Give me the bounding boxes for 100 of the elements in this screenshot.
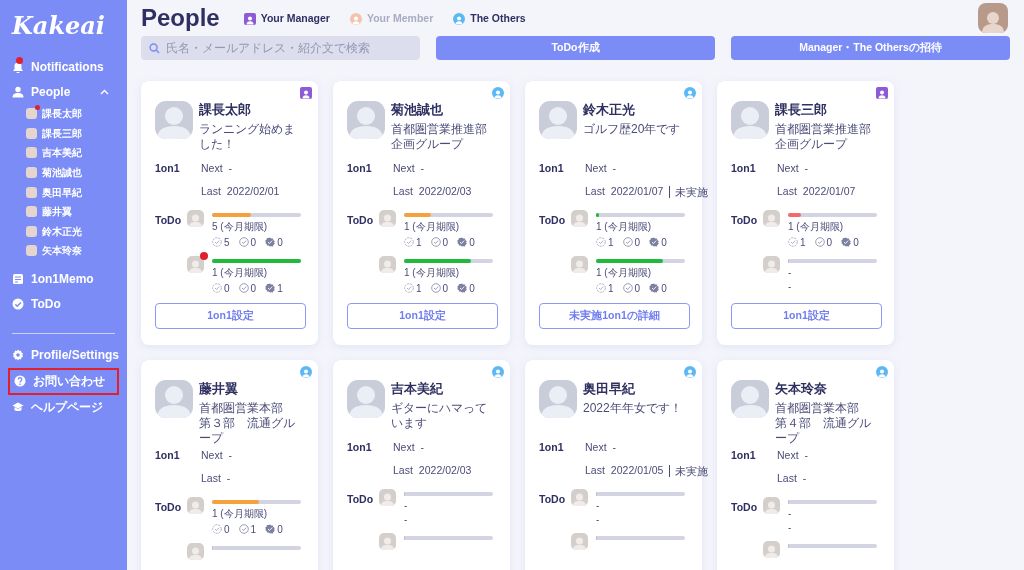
photo-placeholder	[347, 101, 385, 139]
person-name: 菊池誠也	[391, 101, 444, 119]
sidebar-item[interactable]: Notifications	[8, 54, 119, 79]
sidebar-person[interactable]: 奥田早紀	[26, 182, 119, 202]
sidebar-item[interactable]: Profile/Settings	[8, 342, 119, 368]
row-label: ToDo	[539, 212, 567, 228]
badge-check-icon	[457, 283, 468, 293]
sidebar-person[interactable]: 課長三郎	[26, 123, 119, 144]
count-text: 0	[250, 235, 257, 250]
field-value: -	[420, 440, 425, 455]
row-label: 1on1	[347, 161, 373, 176]
check-circle-icon	[430, 237, 441, 247]
field-value: -	[804, 448, 809, 463]
todo-text: -	[788, 279, 793, 294]
field-label: Last	[201, 470, 221, 486]
photo-placeholder	[731, 101, 769, 139]
sidebar-item[interactable]: お問い合わせ	[8, 367, 119, 395]
todo-text: 1 (今月期限)	[404, 219, 460, 234]
check-circle-icon	[12, 298, 24, 311]
field-label: Next	[585, 440, 607, 455]
row-label: ToDo	[347, 212, 375, 228]
dashed-check-icon	[596, 237, 606, 247]
sidebar-item[interactable]: ToDo	[8, 291, 119, 317]
legend-label[interactable]: The Others	[470, 11, 526, 27]
count-text: 0	[442, 281, 449, 296]
sidebar-item[interactable]: ヘルプページ	[8, 394, 119, 420]
sidebar-person[interactable]: 菊池誠也	[26, 162, 119, 183]
card-button[interactable]: 1on1設定	[731, 303, 882, 329]
photo-placeholder	[539, 380, 577, 418]
photo-placeholder	[155, 101, 193, 139]
todo-text: 1 (今月期限)	[212, 265, 268, 280]
field-label: Next	[201, 448, 223, 463]
sidebar-item[interactable]: People	[8, 79, 119, 104]
dashed-check-icon	[788, 237, 798, 247]
sidebar-item[interactable]: 1on1Memo	[8, 266, 119, 292]
todo-text: 1 (今月期限)	[596, 219, 652, 234]
legend-label[interactable]: Your Manager	[260, 11, 330, 27]
sidebar-person[interactable]: 吉本美紀	[26, 143, 119, 163]
count-text: 1	[277, 281, 283, 296]
sidebar-person[interactable]: 課長太郎	[26, 104, 119, 124]
row-label: 1on1	[155, 161, 181, 176]
count-text: 1	[416, 235, 422, 250]
profile-text: 首都圏営業本部	[199, 401, 284, 416]
count-text: 0	[277, 235, 283, 250]
profile-text: ギターにハマっています	[391, 401, 488, 431]
sidebar-person[interactable]: 矢本玲奈	[26, 241, 119, 261]
badge-check-icon	[649, 283, 660, 293]
field-label: Next	[777, 161, 799, 176]
todo-text: -	[596, 512, 601, 527]
todo-text: -	[788, 265, 793, 280]
count-text: 0	[853, 235, 859, 250]
badge-check-icon	[265, 237, 276, 247]
profile-text: ゴルフ歴20年です	[583, 122, 681, 137]
todo-text: -	[788, 506, 793, 521]
field-value: 2022/02/03	[418, 183, 472, 199]
role-icon	[684, 87, 696, 99]
action-button[interactable]: Manager・The Othersの招待	[731, 36, 1010, 60]
row-label: 1on1	[731, 448, 757, 463]
search-field[interactable]: 氏名・メールアドレス・紹介文で検索	[141, 36, 420, 60]
person-name: 課長三郎	[775, 101, 828, 119]
user-avatar[interactable]	[978, 3, 1008, 33]
count-text: 5	[224, 235, 230, 250]
role-icon	[492, 366, 504, 378]
count-text: 1	[608, 235, 614, 250]
app-logo: Kakeai	[10, 14, 106, 38]
field-label: Last	[585, 183, 605, 199]
field-label: Last	[585, 462, 605, 478]
row-label: 1on1	[347, 440, 373, 455]
sidebar-person[interactable]: 藤井翼	[26, 201, 119, 222]
field-label: Next	[393, 161, 415, 176]
avatar	[26, 147, 37, 159]
card-button[interactable]: 未実施1on1の詳細	[539, 303, 690, 329]
todo-text: 1 (今月期限)	[788, 219, 844, 234]
avatar	[26, 127, 37, 139]
check-circle-icon	[238, 524, 249, 534]
field-label: Next	[201, 161, 223, 176]
field-value: -	[804, 161, 809, 176]
photo-placeholder	[155, 380, 193, 418]
badge-check-icon	[841, 237, 852, 247]
avatar	[26, 206, 37, 218]
note-icon	[12, 273, 24, 286]
check-circle-icon	[814, 237, 825, 247]
count-text: 0	[250, 281, 257, 296]
role-icon	[300, 366, 312, 378]
sidebar-person[interactable]: 鈴木正光	[26, 221, 119, 242]
card-button[interactable]: 1on1設定	[347, 303, 498, 329]
count-text: 1	[800, 235, 806, 250]
profile-text: 2022年年女です！	[583, 401, 682, 416]
row-label: ToDo	[155, 499, 183, 515]
count-text: 1	[608, 281, 614, 296]
card-button[interactable]: 1on1設定	[155, 303, 306, 329]
row-label: ToDo	[347, 491, 375, 507]
action-button[interactable]: ToDo作成	[436, 36, 715, 60]
field-value: -	[802, 470, 807, 486]
count-text: 0	[826, 235, 833, 250]
photo-placeholder	[539, 101, 577, 139]
count-text: 0	[634, 281, 641, 296]
check-circle-icon	[622, 237, 633, 247]
profile-text: 企画グループ	[391, 137, 465, 152]
row-label: 1on1	[539, 440, 565, 455]
